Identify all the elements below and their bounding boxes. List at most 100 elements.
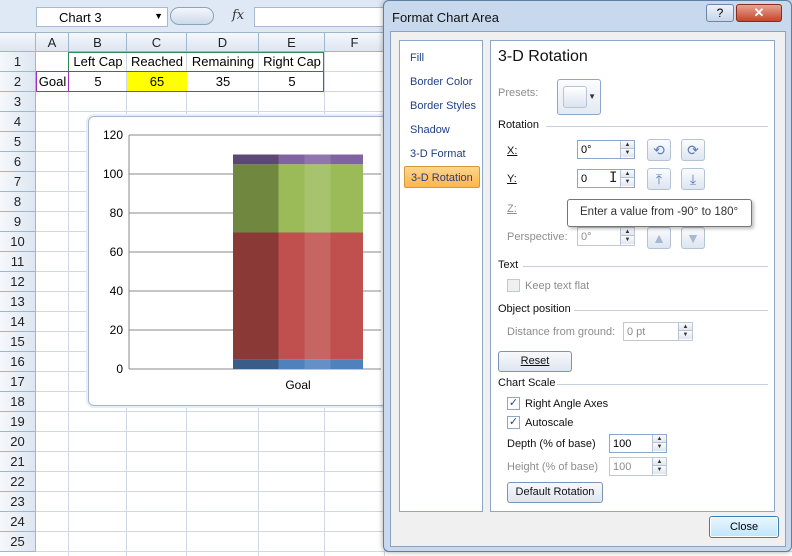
reset-button[interactable]: Reset bbox=[498, 351, 572, 372]
depth-value: 100 bbox=[613, 438, 632, 450]
y-tick-label[interactable]: 40 bbox=[110, 284, 124, 298]
rotate-up-icon[interactable]: ⤒ bbox=[647, 168, 671, 190]
column-header-a[interactable]: A bbox=[36, 33, 69, 52]
spin-down-icon[interactable]: ▼ bbox=[621, 149, 634, 157]
bar-shade bbox=[233, 154, 279, 165]
y-tick-label[interactable]: 20 bbox=[110, 323, 124, 337]
nav-item-border-color[interactable]: Border Color bbox=[404, 71, 480, 93]
nav-item-shadow[interactable]: Shadow bbox=[404, 119, 480, 141]
row-header-4[interactable]: 4 bbox=[0, 112, 36, 132]
depth-spinner[interactable]: 100 ▲ ▼ bbox=[609, 434, 667, 453]
row-header-10[interactable]: 10 bbox=[0, 232, 36, 252]
spin-up-icon[interactable]: ▲ bbox=[621, 228, 634, 236]
row-header-5[interactable]: 5 bbox=[0, 132, 36, 152]
height-label: Height (% of base) bbox=[507, 461, 599, 473]
text-cursor-icon: I bbox=[609, 170, 618, 186]
y-tick-label[interactable]: 120 bbox=[103, 128, 123, 142]
row-header-13[interactable]: 13 bbox=[0, 292, 36, 312]
perspective-spinner[interactable]: 0° ▲ ▼ bbox=[577, 227, 635, 246]
insert-function-icon[interactable]: fx bbox=[232, 8, 244, 23]
row-header-20[interactable]: 20 bbox=[0, 432, 36, 452]
spin-down-icon[interactable]: ▼ bbox=[653, 443, 666, 451]
keep-text-flat-checkbox[interactable] bbox=[507, 279, 520, 292]
row-header-21[interactable]: 21 bbox=[0, 452, 36, 472]
help-button[interactable]: ? bbox=[706, 4, 734, 22]
row-header-19[interactable]: 19 bbox=[0, 412, 36, 432]
row-header-18[interactable]: 18 bbox=[0, 392, 36, 412]
spin-up-icon[interactable]: ▲ bbox=[621, 170, 634, 178]
dialog-title: Format Chart Area bbox=[392, 10, 499, 25]
y-tick-label[interactable]: 100 bbox=[103, 167, 123, 181]
spin-down-icon[interactable]: ▼ bbox=[621, 178, 634, 186]
bar-highlight bbox=[304, 154, 331, 165]
bar-highlight bbox=[304, 164, 331, 233]
chart-area[interactable]: 0 20 40 60 80 100 120 Goal bbox=[88, 116, 388, 406]
row-header-25[interactable]: 25 bbox=[0, 532, 36, 552]
row-header-6[interactable]: 6 bbox=[0, 152, 36, 172]
pane-heading: 3-D Rotation bbox=[498, 48, 588, 65]
autoscale-checkbox[interactable]: ✓ bbox=[507, 416, 520, 429]
default-rotation-button[interactable]: Default Rotation bbox=[507, 482, 603, 503]
rotate-left-icon[interactable]: ⟲ bbox=[647, 139, 671, 161]
row-header-9[interactable]: 9 bbox=[0, 212, 36, 232]
spin-up-icon[interactable]: ▲ bbox=[653, 458, 666, 466]
formula-buttons-oval[interactable] bbox=[170, 7, 214, 25]
nav-item-3d-format[interactable]: 3-D Format bbox=[404, 143, 480, 165]
widen-perspective-icon[interactable]: ▼ bbox=[681, 227, 705, 249]
column-header-d[interactable]: D bbox=[187, 33, 259, 52]
chevron-down-icon[interactable]: ▼ bbox=[154, 11, 163, 21]
column-header-c[interactable]: C bbox=[127, 33, 187, 52]
row-header-12[interactable]: 12 bbox=[0, 272, 36, 292]
nav-item-border-styles[interactable]: Border Styles bbox=[404, 95, 480, 117]
spin-down-icon[interactable]: ▼ bbox=[621, 236, 634, 244]
right-angle-axes-checkbox[interactable]: ✓ bbox=[507, 397, 520, 410]
row-header-16[interactable]: 16 bbox=[0, 352, 36, 372]
height-spinner[interactable]: 100 ▲ ▼ bbox=[609, 457, 667, 476]
select-all-corner[interactable] bbox=[0, 33, 36, 52]
column-header-e[interactable]: E bbox=[259, 33, 325, 52]
row-header-22[interactable]: 22 bbox=[0, 472, 36, 492]
chart-scale-title: Chart Scale bbox=[498, 377, 556, 389]
narrow-perspective-icon[interactable]: ▲ bbox=[647, 227, 671, 249]
perspective-value: 0° bbox=[581, 231, 592, 243]
row-header-3[interactable]: 3 bbox=[0, 92, 36, 112]
bar-highlight bbox=[304, 359, 331, 369]
row-header-7[interactable]: 7 bbox=[0, 172, 36, 192]
rotate-down-icon[interactable]: ⤓ bbox=[681, 168, 705, 190]
row-header-24[interactable]: 24 bbox=[0, 512, 36, 532]
nav-item-fill[interactable]: Fill bbox=[404, 47, 480, 69]
x-rotation-spinner[interactable]: 0° ▲ ▼ bbox=[577, 140, 635, 159]
row-header-15[interactable]: 15 bbox=[0, 332, 36, 352]
series-name-range-highlight bbox=[68, 52, 324, 72]
close-icon[interactable]: ✕ bbox=[736, 4, 782, 22]
y-tick-label[interactable]: 0 bbox=[116, 362, 123, 376]
presets-dropdown[interactable]: ▼ bbox=[557, 79, 601, 115]
y-rotation-spinner[interactable]: 0 ▲ ▼ bbox=[577, 169, 635, 188]
spin-down-icon[interactable]: ▼ bbox=[653, 466, 666, 474]
spin-down-icon[interactable]: ▼ bbox=[679, 331, 692, 339]
spin-up-icon[interactable]: ▲ bbox=[621, 141, 634, 149]
column-header-b[interactable]: B bbox=[69, 33, 127, 52]
formula-input[interactable] bbox=[254, 7, 394, 27]
rotation-pane: 3-D Rotation Presets: ▼ Rotation X: 0° ▲… bbox=[490, 40, 775, 512]
chart-plot[interactable]: 0 20 40 60 80 100 120 Goal bbox=[89, 117, 389, 407]
y-tick-label[interactable]: 60 bbox=[110, 245, 124, 259]
spin-up-icon[interactable]: ▲ bbox=[679, 323, 692, 331]
row-header-14[interactable]: 14 bbox=[0, 312, 36, 332]
row-header-2[interactable]: 2 bbox=[0, 72, 36, 92]
name-box[interactable]: Chart 3 ▼ bbox=[36, 7, 168, 27]
row-header-11[interactable]: 11 bbox=[0, 252, 36, 272]
distance-spinner[interactable]: 0 pt ▲ ▼ bbox=[623, 322, 693, 341]
close-button[interactable]: Close bbox=[709, 516, 779, 538]
category-label[interactable]: Goal bbox=[285, 378, 310, 392]
y-tick-label[interactable]: 80 bbox=[110, 206, 124, 220]
column-header-f[interactable]: F bbox=[325, 33, 385, 52]
row-header-23[interactable]: 23 bbox=[0, 492, 36, 512]
row-header-17[interactable]: 17 bbox=[0, 372, 36, 392]
row-header-8[interactable]: 8 bbox=[0, 192, 36, 212]
bar-shade bbox=[233, 164, 279, 233]
row-header-1[interactable]: 1 bbox=[0, 52, 36, 72]
spin-up-icon[interactable]: ▲ bbox=[653, 435, 666, 443]
nav-item-3d-rotation[interactable]: 3-D Rotation bbox=[404, 166, 480, 188]
rotate-right-icon[interactable]: ⟳ bbox=[681, 139, 705, 161]
